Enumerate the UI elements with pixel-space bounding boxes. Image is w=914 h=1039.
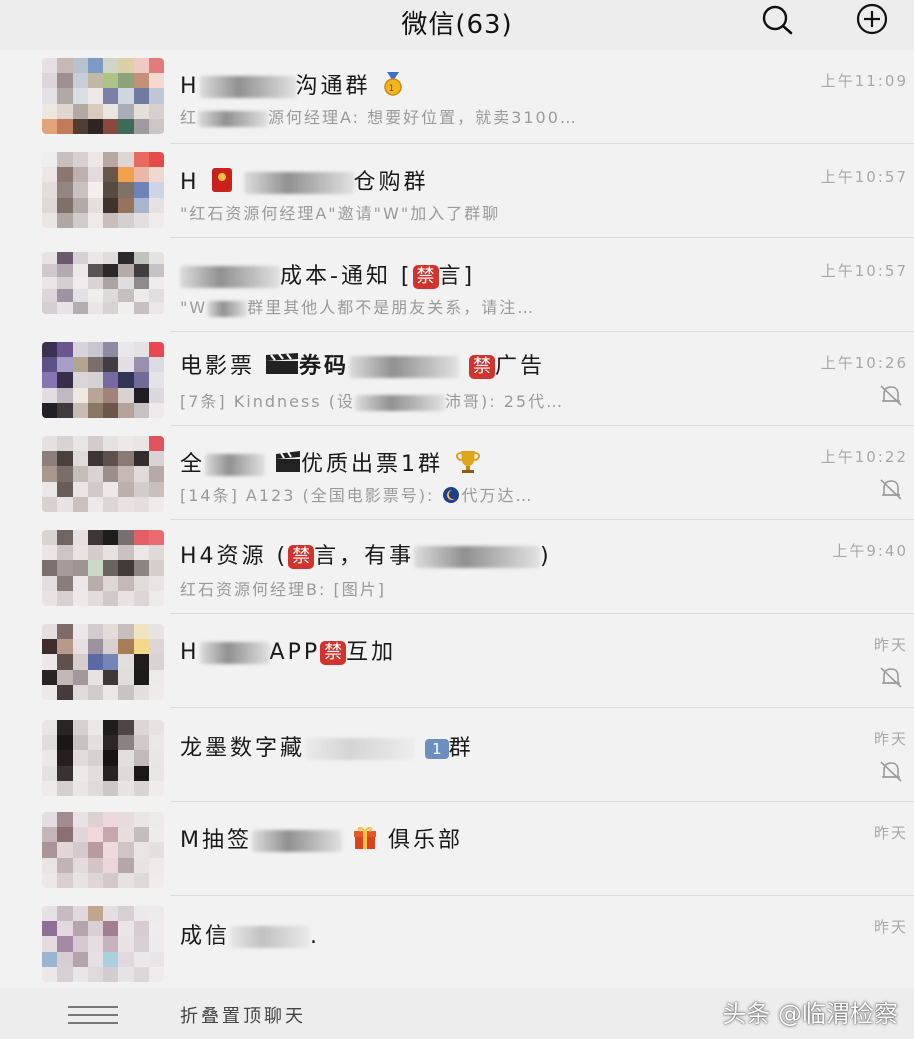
avatar: [42, 720, 164, 796]
medal-icon: 1: [381, 71, 405, 103]
clapper-board-icon: [265, 353, 299, 381]
chat-row[interactable]: H APP 禁互加 昨天: [0, 614, 914, 708]
avatar: [42, 530, 164, 606]
avatar: [42, 252, 164, 314]
avatar: [42, 906, 164, 982]
chat-preview: 红石资源何经理B: [图片]: [180, 580, 386, 599]
chat-time: 上午10:22: [820, 448, 908, 466]
chat-name: H4资源 (禁言，有事): [180, 544, 552, 569]
chat-name: 全 优质出票1群: [180, 446, 483, 481]
mute-bell-icon: [878, 666, 904, 688]
watermark: 头条 @临渭检察: [722, 1000, 898, 1028]
top-bar: 微信(63): [0, 0, 914, 44]
redacted-blur: [199, 642, 270, 664]
avatar: [42, 436, 164, 512]
chat-name: H 沟通群 1: [180, 68, 405, 103]
redacted-blur: [305, 738, 416, 760]
number-badge: 1: [425, 739, 449, 759]
chat-row[interactable]: H 仓购群 "红石资源何经理A"邀请"W"加入了群聊 上午10:57: [0, 144, 914, 238]
redacted-blur: [207, 300, 248, 317]
gift-box-icon: [352, 825, 378, 857]
collapsed-pinned-bar[interactable]: 折叠置顶聊天 头条 @临渭检察: [0, 988, 914, 1039]
search-icon[interactable]: [758, 3, 798, 37]
chat-preview: [7条] Kindness (设 沛哥): 25代…: [180, 392, 565, 411]
chat-time: 昨天: [873, 824, 908, 842]
chat-name: 成本-通知 [禁言]: [180, 258, 475, 290]
ban-badge: 禁: [469, 355, 496, 379]
chat-list: H 沟通群 1 红源何经理A: 想要好位置，就卖3100… 上午11:09 H 仓…: [0, 50, 914, 990]
chat-row[interactable]: 全 优质出票1群 [14条] A123 (全国电影票号): 代万达… 上午10:…: [0, 426, 914, 520]
redacted-blur: [199, 76, 296, 98]
mute-bell-icon: [878, 760, 904, 782]
chat-time: 上午9:40: [832, 542, 908, 560]
chat-name: 电影票 券码 禁广告: [180, 353, 546, 381]
mute-bell-icon: [878, 478, 904, 500]
avatar: [42, 58, 164, 134]
avatar: [42, 342, 164, 418]
redacted-blur: [349, 356, 460, 378]
chat-time: 昨天: [873, 636, 908, 654]
svg-text:1: 1: [388, 84, 397, 94]
clapper-board-icon: [275, 451, 301, 479]
redacted-blur: [205, 454, 266, 476]
redacted-blur: [414, 546, 541, 568]
moon-icon: [441, 486, 461, 508]
redacted-blur: [354, 394, 445, 411]
chat-time: 上午11:09: [820, 72, 908, 90]
chat-preview: "W 群里其他人都不是朋友关系，请注…: [180, 298, 536, 317]
ban-badge: 禁: [288, 545, 315, 569]
chat-name: 成信.: [180, 924, 321, 949]
chat-row[interactable]: 成信. 昨天: [0, 896, 914, 990]
chat-name: M抽签 俱乐部: [180, 822, 463, 857]
redacted-blur: [251, 830, 342, 852]
avatar: [42, 624, 164, 700]
chat-time: 昨天: [873, 918, 908, 936]
avatar: [42, 812, 164, 888]
plus-circle-icon[interactable]: [852, 3, 892, 37]
mute-bell-icon: [878, 384, 904, 406]
redacted-blur: [243, 172, 354, 194]
redacted-blur: [198, 110, 269, 127]
chat-row[interactable]: 龙墨数字藏 1群 昨天: [0, 708, 914, 802]
collapse-pinned-label[interactable]: 折叠置顶聊天: [180, 1002, 306, 1028]
redacted-blur: [180, 266, 280, 288]
chat-row[interactable]: H4资源 (禁言，有事) 红石资源何经理B: [图片] 上午9:40: [0, 520, 914, 614]
chat-name: 龙墨数字藏 1群: [180, 736, 474, 761]
chat-time: 昨天: [873, 730, 908, 748]
chat-time: 上午10:26: [820, 354, 908, 372]
chat-row[interactable]: 成本-通知 [禁言] "W 群里其他人都不是朋友关系，请注… 上午10:57: [0, 238, 914, 332]
chat-row[interactable]: 电影票 券码 禁广告 [7条] Kindness (设 沛哥): 25代… 上午1…: [0, 332, 914, 426]
chat-row[interactable]: M抽签 俱乐部 昨天: [0, 802, 914, 896]
avatar: [42, 152, 164, 228]
chat-name: H APP 禁互加: [180, 640, 397, 665]
chat-preview: 红源何经理A: 想要好位置，就卖3100…: [180, 108, 578, 127]
list-icon: [68, 1004, 118, 1026]
ban-badge: 禁: [320, 641, 347, 665]
chat-time: 上午10:57: [820, 262, 908, 280]
trophy-icon: [453, 449, 483, 481]
chat-time: 上午10:57: [820, 168, 908, 186]
red-envelope-icon: [210, 167, 234, 199]
redacted-blur: [230, 926, 311, 948]
chat-preview: [14条] A123 (全国电影票号): 代万达…: [180, 482, 533, 508]
chat-preview: "红石资源何经理A"邀请"W"加入了群聊: [180, 204, 501, 223]
chat-name: H 仓购群: [180, 164, 429, 199]
chat-row[interactable]: H 沟通群 1 红源何经理A: 想要好位置，就卖3100… 上午11:09: [0, 50, 914, 144]
ban-badge: 禁: [412, 265, 439, 289]
